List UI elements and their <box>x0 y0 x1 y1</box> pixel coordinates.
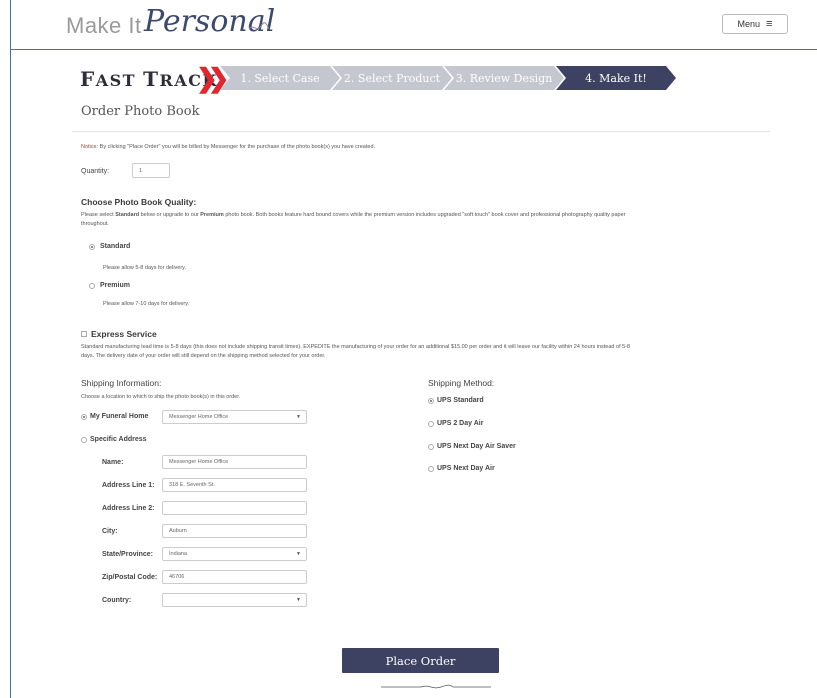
shipping-method-heading: Shipping Method: <box>428 378 495 388</box>
logo-make-text: Make It <box>66 13 142 38</box>
my-funeral-home-label: My Funeral Home <box>90 413 149 420</box>
premium-radio[interactable] <box>89 283 95 289</box>
chevron-down-icon: ▼ <box>296 414 301 420</box>
city-label: City: <box>102 528 118 535</box>
address-line-1-label: Address Line 1: <box>102 482 155 489</box>
page-title: Order Photo Book <box>81 104 200 119</box>
standard-radio[interactable] <box>89 244 95 250</box>
address-line-2-label: Address Line 2: <box>102 505 155 512</box>
ups-standard-label: UPS Standard <box>437 397 484 404</box>
hamburger-icon: ≡ <box>766 18 773 30</box>
quantity-input[interactable]: 1 <box>132 163 170 178</box>
city-input[interactable]: Auburn <box>162 524 307 538</box>
ups-standard-radio[interactable] <box>428 398 434 404</box>
place-order-button[interactable]: Place Order <box>342 648 499 673</box>
double-chevron-icon: ❯❯ <box>196 63 229 93</box>
notice-text: Notice: By clicking "Place Order" you wi… <box>81 144 376 150</box>
ups-next-day-air-saver-radio[interactable] <box>428 444 434 450</box>
shipping-info-heading: Shipping Information: <box>81 378 162 388</box>
premium-label: Premium <box>100 282 130 289</box>
shipping-info-subtext: Choose a location to which to ship the p… <box>81 394 241 400</box>
ups-2-day-air-label: UPS 2 Day Air <box>437 420 484 427</box>
site-header: Make It Personal Menu ≡ <box>11 0 817 50</box>
country-label: Country: <box>102 597 132 604</box>
ups-next-day-air-radio[interactable] <box>428 466 434 472</box>
chevron-down-icon: ▼ <box>296 551 301 557</box>
standard-label: Standard <box>100 243 131 250</box>
specific-address-radio[interactable] <box>81 437 87 443</box>
ups-next-day-air-saver-label: UPS Next Day Air Saver <box>437 443 516 450</box>
quantity-label: Quantity: <box>81 168 110 175</box>
ups-2-day-air-radio[interactable] <box>428 421 434 427</box>
my-funeral-home-radio[interactable] <box>81 414 87 420</box>
step-1-select-case[interactable]: 1. Select Case <box>230 66 330 90</box>
name-input[interactable]: Messenger Home Office <box>162 455 307 469</box>
menu-button[interactable]: Menu ≡ <box>722 14 788 34</box>
express-heading: Express Service <box>91 329 157 339</box>
quality-description: Please select Standard below or upgrade … <box>81 212 626 227</box>
state-select[interactable]: Indiana ▼ <box>162 547 307 561</box>
premium-note: Please allow 7-10 days for delivery. <box>103 301 190 307</box>
title-divider <box>72 131 770 132</box>
menu-label: Menu <box>737 19 761 29</box>
specific-address-label: Specific Address <box>90 436 147 443</box>
step-2-select-product[interactable]: 2. Select Product <box>342 66 442 90</box>
step-4-make-it[interactable]: 4. Make It! <box>566 66 666 90</box>
name-label: Name: <box>102 459 124 466</box>
chevron-down-icon: ▼ <box>296 597 301 603</box>
zip-input[interactable]: 46706 <box>162 570 307 584</box>
ups-next-day-air-label: UPS Next Day Air <box>437 465 495 472</box>
address-line-1-input[interactable]: 318 E. Seventh St. <box>162 478 307 492</box>
quality-heading: Choose Photo Book Quality: <box>81 197 197 207</box>
express-description: Standard manufacturing lead time is 5-8 … <box>81 344 631 359</box>
state-label: State/Province: <box>102 551 153 558</box>
funeral-home-select[interactable]: Messenger Home Office ▼ <box>162 410 307 424</box>
country-select[interactable]: ▼ <box>162 593 307 607</box>
flourish-divider-icon <box>381 684 491 689</box>
step-3-review-design[interactable]: 3. Review Design <box>454 66 554 90</box>
address-line-2-input[interactable] <box>162 501 307 515</box>
standard-note: Please allow 5-8 days for delivery. <box>103 265 187 271</box>
logo-flourish-icon <box>248 20 270 36</box>
zip-label: Zip/Postal Code: <box>102 574 158 581</box>
express-checkbox[interactable] <box>81 331 87 337</box>
